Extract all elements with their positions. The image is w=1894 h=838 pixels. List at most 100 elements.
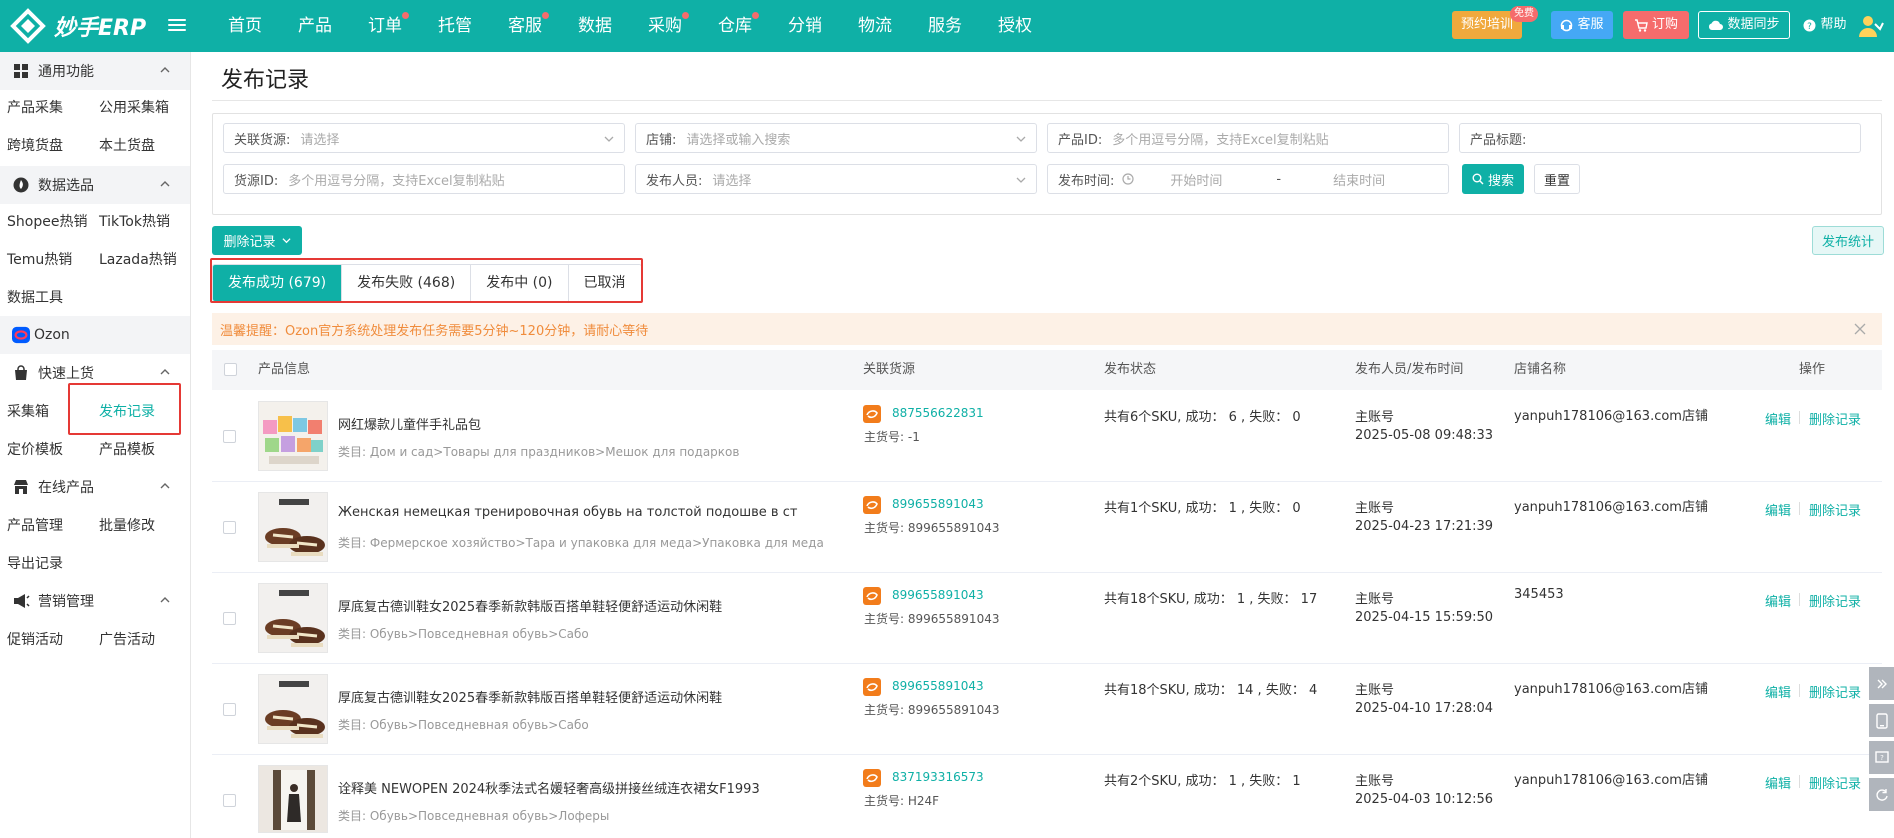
source-id-link[interactable]: 899655891043: [892, 679, 984, 693]
nav-orders[interactable]: 订单: [350, 0, 420, 52]
row-checkbox[interactable]: [223, 794, 236, 807]
sidebar-item-bulk-edit[interactable]: 批量修改: [99, 516, 155, 536]
source-id-link[interactable]: 887556622831: [892, 406, 984, 420]
edit-link[interactable]: 编辑: [1765, 682, 1791, 701]
sidebar-item-product-collect[interactable]: 产品采集: [7, 98, 63, 118]
sidebar-item-promotions[interactable]: 促销活动: [7, 630, 63, 650]
nav-services[interactable]: 服务: [910, 0, 980, 52]
sidebar-section-online-products[interactable]: 在线产品: [0, 468, 190, 506]
publisher-select[interactable]: 发布人员: 请选择: [635, 164, 1037, 194]
source-select[interactable]: 关联货源: 请选择: [223, 123, 625, 153]
delete-records-dropdown[interactable]: 删除记录: [212, 226, 302, 255]
product-title-input[interactable]: 产品标题:: [1459, 123, 1861, 153]
sidebar-section-data-selection[interactable]: 数据选品: [0, 166, 190, 204]
nav-products[interactable]: 产品: [280, 0, 350, 52]
sidebar-item-local-supply[interactable]: 本土货盘: [99, 136, 155, 156]
row-checkbox[interactable]: [223, 430, 236, 443]
product-id-input[interactable]: 产品ID: 多个用逗号分隔，支持Excel复制粘贴: [1047, 123, 1449, 153]
nav-home[interactable]: 首页: [210, 0, 280, 52]
delete-record-link[interactable]: 删除记录: [1809, 682, 1861, 701]
user-avatar-icon[interactable]: [1858, 14, 1884, 38]
sidebar-item-shopee-hot[interactable]: Shopee热销: [7, 212, 87, 232]
customer-service-button[interactable]: 客服: [1551, 11, 1613, 39]
edit-link[interactable]: 编辑: [1765, 591, 1791, 610]
sidebar-item-product-management[interactable]: 产品管理: [7, 516, 63, 536]
product-name[interactable]: 诠释美 NEWOPEN 2024秋季法式名媛轻奢高级拼接丝绒连衣裙女F1993: [338, 778, 760, 797]
service-label: 客服: [1577, 17, 1604, 32]
data-sync-button[interactable]: 数据同步: [1698, 11, 1790, 39]
menu-toggle-icon[interactable]: [168, 14, 186, 36]
sidebar-item-public-collect-box[interactable]: 公用采集箱: [99, 98, 169, 118]
sidebar-item-cross-border-supply[interactable]: 跨境货盘: [7, 136, 63, 156]
product-name[interactable]: 厚底复古德训鞋女2025春季新款韩版百搭单鞋轻便舒适运动休闲鞋: [338, 687, 722, 706]
range-separator: -: [1276, 171, 1282, 187]
feedback-icon[interactable]: ?: [1869, 741, 1894, 774]
publish-status: 共有18个SKU, 成功： 1 , 失败： 17: [1104, 592, 1318, 607]
product-name[interactable]: Женская немецкая тренировочная обувь на …: [338, 505, 797, 520]
product-thumbnail[interactable]: [258, 492, 328, 562]
source-id-link[interactable]: 899655891043: [892, 588, 984, 602]
source-id-input[interactable]: 货源ID: 多个用逗号分隔，支持Excel复制粘贴: [223, 164, 625, 194]
row-checkbox[interactable]: [223, 703, 236, 716]
sidebar-item-ad-campaigns[interactable]: 广告活动: [99, 630, 155, 650]
nav-authorization[interactable]: 授权: [980, 0, 1050, 52]
search-button[interactable]: 搜索: [1462, 164, 1524, 194]
clock-icon: [1122, 173, 1134, 185]
publish-stats-button[interactable]: 发布统计: [1812, 226, 1884, 255]
sidebar-item-temu-hot[interactable]: Temu热销: [7, 250, 72, 270]
brand-logo[interactable]: 妙手ERP: [10, 8, 146, 44]
sidebar-section-ozon[interactable]: Ozon: [0, 316, 190, 354]
mobile-icon[interactable]: [1869, 704, 1894, 737]
publish-status: 共有1个SKU, 成功： 1 , 失败： 0: [1104, 501, 1301, 516]
product-thumbnail[interactable]: [258, 674, 328, 744]
product-thumbnail[interactable]: [258, 765, 328, 833]
sidebar-item-export-records[interactable]: 导出记录: [7, 554, 63, 574]
section-title: 在线产品: [38, 480, 94, 496]
subscribe-button[interactable]: 订购: [1623, 11, 1689, 39]
col-ops: 操作: [1799, 362, 1826, 377]
select-all-checkbox[interactable]: [224, 363, 237, 376]
sidebar-item-tiktok-hot[interactable]: TikTok热销: [99, 212, 170, 232]
delete-record-link[interactable]: 删除记录: [1809, 409, 1861, 428]
nav-logistics[interactable]: 物流: [840, 0, 910, 52]
sidebar-item-lazada-hot[interactable]: Lazada热销: [99, 250, 177, 270]
collapse-icon[interactable]: [1869, 667, 1894, 700]
help-label: 帮助: [1820, 17, 1847, 32]
sidebar-section-general[interactable]: 通用功能: [0, 52, 190, 90]
shop-select[interactable]: 店铺: 请选择或输入搜索: [635, 123, 1037, 153]
sidebar-item-data-tools[interactable]: 数据工具: [7, 288, 63, 308]
nav-distribution[interactable]: 分销: [770, 0, 840, 52]
product-thumbnail[interactable]: [258, 583, 328, 653]
nav-hosting[interactable]: 托管: [420, 0, 490, 52]
edit-link[interactable]: 编辑: [1765, 500, 1791, 519]
row-checkbox[interactable]: [223, 521, 236, 534]
source-id-link[interactable]: 837193316573: [892, 770, 984, 784]
delete-record-link[interactable]: 删除记录: [1809, 591, 1861, 610]
source-id-link[interactable]: 899655891043: [892, 497, 984, 511]
edit-link[interactable]: 编辑: [1765, 409, 1791, 428]
sidebar-section-marketing[interactable]: 营销管理: [0, 582, 190, 620]
close-icon[interactable]: [1854, 323, 1866, 335]
sidebar-item-collect-box[interactable]: 采集箱: [7, 402, 49, 422]
edit-link[interactable]: 编辑: [1765, 773, 1791, 792]
nav-warehouse[interactable]: 仓库: [700, 0, 770, 52]
nav-data[interactable]: 数据: [560, 0, 630, 52]
delete-record-link[interactable]: 删除记录: [1809, 773, 1861, 792]
nav-customer-service[interactable]: 客服: [490, 0, 560, 52]
chevron-down-icon: [1016, 177, 1026, 183]
reset-button[interactable]: 重置: [1534, 164, 1580, 194]
product-thumbnail[interactable]: [258, 401, 328, 471]
product-name[interactable]: 厚底复古德训鞋女2025春季新款韩版百搭单鞋轻便舒适运动休闲鞋: [338, 596, 722, 615]
start-time-placeholder: 开始时间: [1170, 173, 1223, 189]
field-label: 关联货源:: [234, 132, 291, 148]
sidebar-item-pricing-template[interactable]: 定价模板: [7, 440, 63, 460]
publish-time-range[interactable]: 发布时间: 开始时间 - 结束时间: [1047, 164, 1449, 194]
refresh-icon[interactable]: [1869, 778, 1894, 811]
training-label: 预约培训: [1460, 17, 1513, 32]
help-button[interactable]: ? 帮助: [1800, 11, 1850, 39]
delete-record-link[interactable]: 删除记录: [1809, 500, 1861, 519]
nav-purchase[interactable]: 采购: [630, 0, 700, 52]
product-name[interactable]: 网红爆款儿童伴手礼品包: [338, 414, 481, 433]
sidebar-item-product-template[interactable]: 产品模板: [99, 440, 155, 460]
row-checkbox[interactable]: [223, 612, 236, 625]
